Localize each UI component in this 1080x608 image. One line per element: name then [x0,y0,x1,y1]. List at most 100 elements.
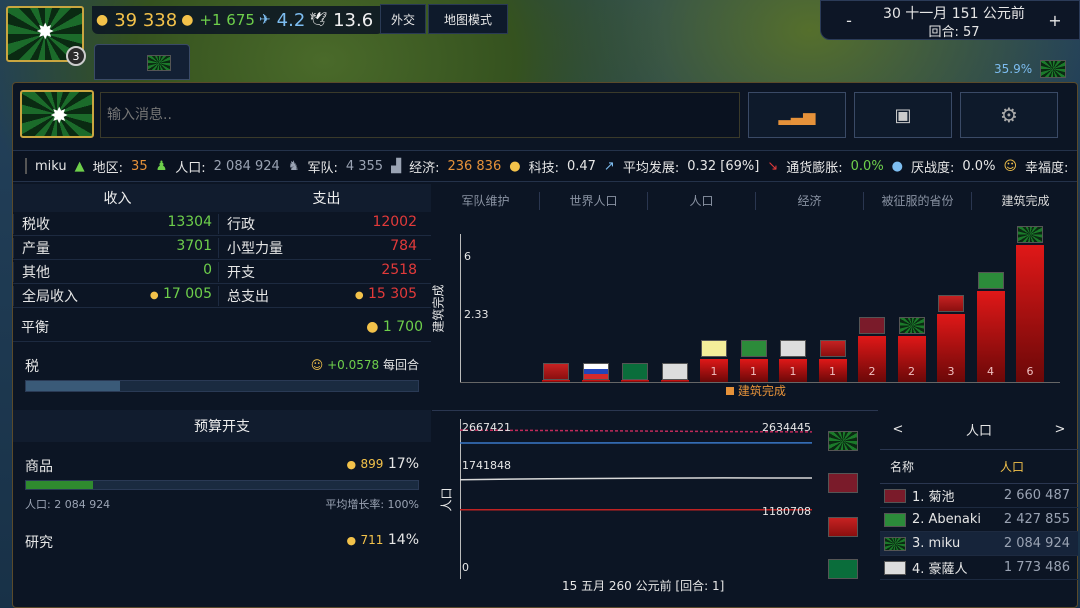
bar-value-label: 1 [789,365,797,378]
income-value: 3701 [176,238,212,258]
economy-label: 经济: [409,160,440,176]
expense-label: 行政 [227,216,255,233]
tax-value: +0.0578 [327,358,380,372]
bar[interactable]: 1 [700,359,728,382]
legend-label: 建筑完成 [737,384,786,398]
gold-value: 39 338 [114,9,178,31]
plane-icon: ✈ [258,12,271,28]
col-population[interactable]: 人口 [1000,458,1078,475]
bar[interactable]: 4 [976,290,1005,382]
line-flag-3 [828,517,858,537]
tab-0[interactable]: 军队维护 [432,192,540,210]
tab-5[interactable]: 建筑完成 [972,192,1080,210]
speed-up-button[interactable]: + [1031,1,1079,39]
bar[interactable]: 1 [739,359,768,382]
bar-legend: 建筑完成 [726,382,786,399]
series-line [460,477,813,481]
expense-header: 支出 [312,191,341,207]
population-label: 人口: [175,160,206,176]
income-value: 0 [203,262,212,282]
tax-slider[interactable] [25,380,419,392]
save-button[interactable]: ▣ [854,92,952,138]
army-label: 军队: [307,160,338,176]
expense-label: 开支 [227,264,255,281]
bar[interactable]: 1 [818,359,847,382]
ranking-panel: < 人口 > 名称 人口 1. 菊池 2 660 487 2. Abenaki 2 4… [880,410,1078,608]
bar[interactable] [542,380,570,382]
settings-button[interactable]: ⚙ [960,92,1058,138]
bar[interactable]: 2 [858,336,886,382]
inflation-icon: ↘ [767,158,779,174]
bar[interactable]: 1 [779,359,807,382]
bar-flag [543,363,569,380]
bar[interactable] [581,380,610,382]
tab-2[interactable]: 人口 [648,192,756,210]
bar[interactable]: 2 [897,336,926,382]
message-input[interactable] [100,92,740,138]
ranking-row[interactable]: 3. miku 2 084 924 [880,532,1078,556]
goods-slider[interactable] [25,480,419,490]
ranking-flag [884,512,906,527]
budget-row: 其他 0 开支 2518 [13,260,431,284]
bar-value-label: 1 [829,365,836,378]
tab-4[interactable]: 被征服的省份 [864,192,972,210]
speed-down-button[interactable]: - [821,1,877,39]
resource-bar: ● 39 338 ● +1 675 ✈ 4.2 🕊 13.6 [92,6,384,34]
ranking-prev-button[interactable]: < [880,422,916,437]
ranking-row[interactable]: 4. 豪薩人 1 773 486 [880,556,1078,580]
population-value: 2 084 924 [213,158,280,174]
ranking-value: 2 084 924 [1003,536,1070,551]
region-label: 地区: [92,160,124,176]
series-line [460,429,813,433]
war-weariness-value: 0.0% [962,158,996,174]
nation-tab[interactable] [94,44,190,80]
ytick-2-33: 2.33 [464,308,489,321]
bar[interactable] [621,380,649,382]
army-value: 4 355 [345,158,384,174]
ranking-name: 3. miku [912,536,961,551]
income-value: +1 675 [199,11,255,29]
bar[interactable]: 3 [937,313,965,382]
goods-label: 商品 [25,459,53,475]
tax-row: 税 ☺ +0.0578 每回合 [13,356,431,376]
nation-tab-flag [147,55,171,71]
expense-amount: 784 [390,237,417,254]
tab-3[interactable]: 经济 [756,192,864,210]
coin-icon: ● [354,289,364,301]
goods-row: 商品 ● 899 17% [13,456,431,476]
label-low: 1180708 [762,505,811,518]
map-mode-button[interactable]: 地图模式 [428,4,508,34]
panel-flag [20,90,94,138]
bar[interactable]: 6 [1016,245,1044,382]
label-zero: 0 [462,561,469,574]
expense-amount: 12002 [372,213,417,230]
expense-amount: 2518 [381,261,417,278]
growth-note: 平均增长率: 100% [325,498,419,511]
bar-flag [898,317,925,335]
factory-icon: ▟ [391,158,402,174]
income-cell: 全局收入 ● 17 005 [13,285,218,306]
budget-row: 产量 3701 小型力量 784 [13,236,431,260]
stats-bar: miku ▲ 地区: 35 ♟ 人口: 2 084 924 ♞ 军队: 4 355 ▟ 经济:… [13,150,1077,182]
income-amount: 17 005 [163,285,212,302]
bar-value-label: 3 [947,365,955,378]
level-badge: 3 [66,46,86,66]
ytick-6: 6 [464,250,471,263]
ranking-next-button[interactable]: > [1042,422,1078,437]
tab-1[interactable]: 世界人口 [540,192,648,210]
bar-flag [701,340,727,358]
research-row: 研究 ● 711 14% [13,532,431,552]
ranking-row[interactable]: 1. 菊池 2 660 487 [880,484,1078,508]
balance-label: 平衡 [21,319,49,336]
ranking-value: 1 773 486 [1003,560,1070,575]
bar[interactable] [660,380,689,382]
region-icon: ▲ [74,158,85,174]
income-amount: 0 [203,261,212,278]
signal-button[interactable]: ▂▃▅ [748,92,846,138]
expense-cell: 行政 12002 [218,213,423,234]
ranking-row[interactable]: 2. Abenaki 2 427 855 [880,508,1078,532]
ranking-flag [884,488,906,503]
diplomacy-button[interactable]: 外交 [380,4,426,34]
budget-table: 税收 13304 行政 12002 产量 3701 小型力量 784 其他 0 开支 2518 全局收入… [13,212,431,308]
bar-y-label: 建筑完成 [431,284,446,333]
